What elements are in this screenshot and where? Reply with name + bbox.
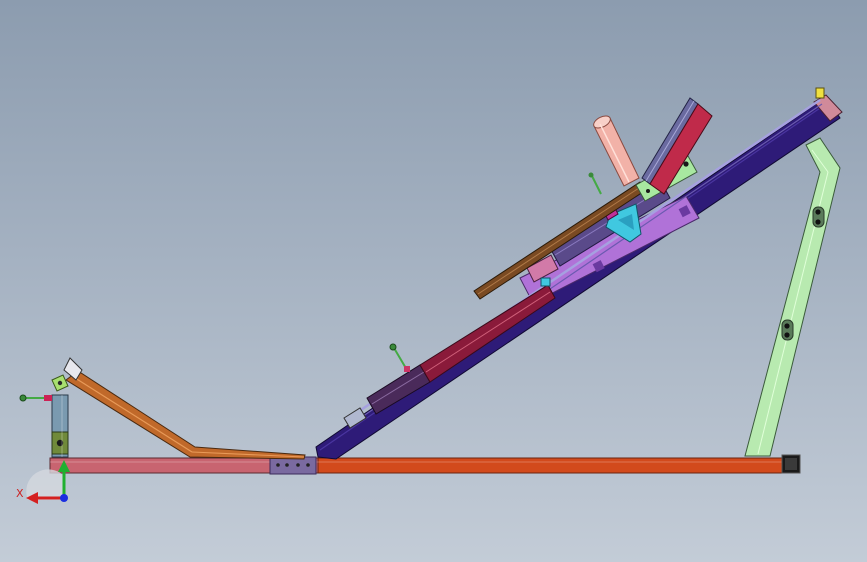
cad-model-view[interactable]: X (0, 0, 867, 562)
cylinder-cyan-joint[interactable] (540, 277, 551, 287)
rear-strut-upper-holes[interactable] (812, 206, 825, 228)
cylinder-pin[interactable] (389, 343, 410, 372)
cad-viewport[interactable]: X (0, 0, 867, 562)
coordinate-triad: X (16, 460, 70, 504)
rear-strut[interactable] (744, 137, 841, 457)
base-rail-right-section[interactable] (317, 457, 783, 474)
handle-pin[interactable] (588, 172, 602, 195)
base-joint-plate[interactable] (269, 456, 317, 475)
front-post[interactable] (51, 394, 69, 458)
front-arm[interactable] (65, 370, 306, 460)
front-post-green-bracket[interactable] (51, 374, 69, 392)
z-axis-dot (60, 494, 68, 502)
base-rail[interactable] (49, 454, 801, 475)
handle-grip[interactable] (592, 113, 640, 187)
front-post-pin[interactable] (19, 394, 52, 402)
rear-strut-top-knob[interactable] (815, 87, 825, 99)
x-axis-label: X (16, 487, 24, 500)
rear-strut-lower-holes[interactable] (781, 319, 794, 341)
